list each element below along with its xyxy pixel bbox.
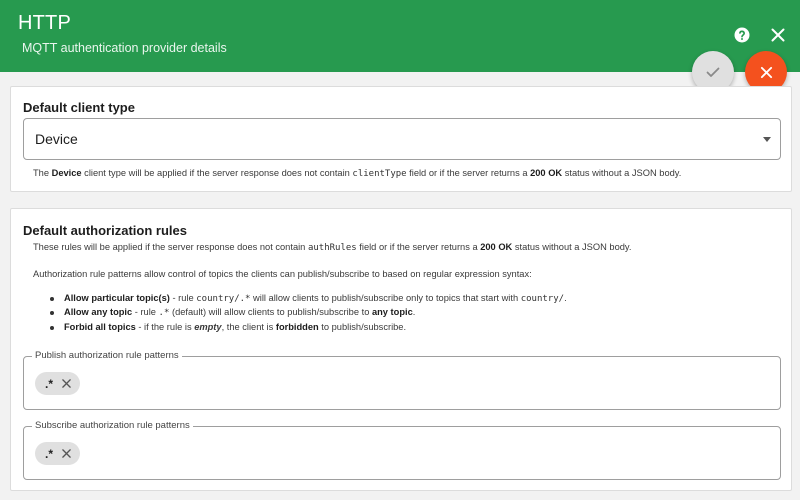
list-item: Allow any topic - rule .* (default) will… xyxy=(50,306,567,320)
publish-pattern-chip[interactable]: .* xyxy=(35,372,81,395)
subscribe-patterns-label: Subscribe authorization rule patterns xyxy=(32,420,193,431)
auth-rules-card: Default authorization rules These rules … xyxy=(10,208,792,491)
auth-rules-title: Default authorization rules xyxy=(23,223,187,238)
publish-patterns-field[interactable]: Publish authorization rule patterns .* xyxy=(23,350,781,410)
dialog-subtitle: MQTT authentication provider details xyxy=(22,41,227,55)
subscribe-patterns-field[interactable]: Subscribe authorization rule patterns .* xyxy=(23,420,781,480)
chip-remove-icon[interactable] xyxy=(61,378,72,389)
close-icon[interactable] xyxy=(767,24,789,46)
client-type-select[interactable]: Device xyxy=(23,118,781,160)
help-icon[interactable] xyxy=(731,24,753,46)
list-item: Forbid all topics - if the rule is empty… xyxy=(50,321,567,335)
chevron-down-icon xyxy=(763,137,771,142)
close-icon xyxy=(760,66,772,78)
dialog-title: HTTP xyxy=(18,12,72,34)
client-type-title: Default client type xyxy=(23,100,135,115)
chip-remove-icon[interactable] xyxy=(61,448,72,459)
rule-examples-list: Allow particular topic(s) - rule country… xyxy=(50,292,567,335)
client-type-card: Default client type Device The Device cl… xyxy=(10,86,792,192)
client-type-value: Device xyxy=(35,131,78,147)
client-type-hint: The Device client type will be applied i… xyxy=(33,168,682,179)
auth-rules-pattern-hint: Authorization rule patterns allow contro… xyxy=(33,269,532,279)
chip-label: .* xyxy=(45,376,54,391)
subscribe-pattern-chip[interactable]: .* xyxy=(35,442,81,465)
list-item: Allow particular topic(s) - rule country… xyxy=(50,292,567,306)
dialog-header: HTTP MQTT authentication provider detail… xyxy=(0,0,800,72)
auth-rules-hint: These rules will be applied if the serve… xyxy=(33,242,632,253)
chip-label: .* xyxy=(45,446,54,461)
publish-patterns-label: Publish authorization rule patterns xyxy=(32,350,182,361)
check-icon xyxy=(706,67,720,77)
